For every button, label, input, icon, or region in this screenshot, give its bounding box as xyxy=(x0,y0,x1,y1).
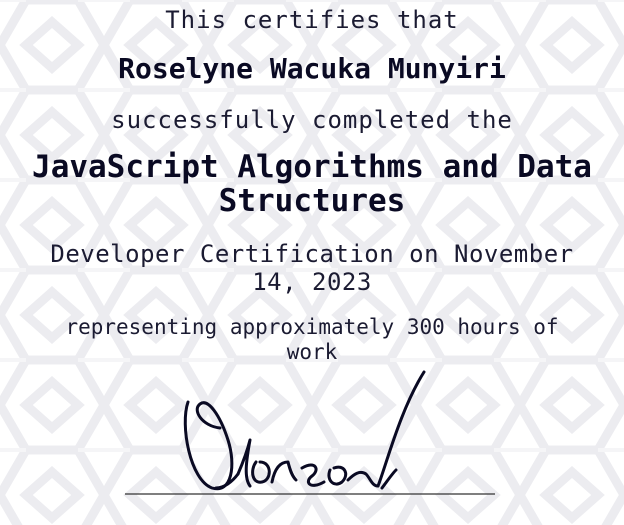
completed-text: successfully completed the xyxy=(111,106,513,134)
certifies-text: This certifies that xyxy=(165,6,459,34)
signature-icon xyxy=(125,370,495,495)
recipient-name: Roselyne Wacuka Munyiri xyxy=(118,52,506,85)
certification-date-line: Developer Certification on November 14, … xyxy=(50,240,574,296)
hours-line: representing approximately 300 hours of … xyxy=(65,315,559,364)
certificate-body: This certifies that Roselyne Wacuka Muny… xyxy=(0,0,624,525)
course-title: JavaScript Algorithms and Data Structure… xyxy=(32,149,592,219)
